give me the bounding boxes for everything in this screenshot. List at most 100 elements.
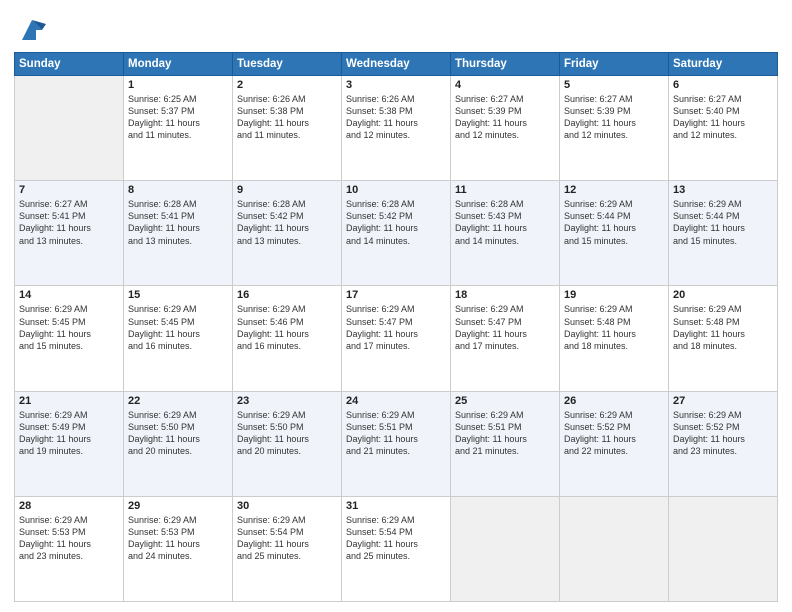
- day-number: 5: [564, 79, 664, 91]
- day-info: Sunrise: 6:29 AM Sunset: 5:53 PM Dayligh…: [19, 514, 119, 563]
- calendar-cell: 4 Sunrise: 6:27 AM Sunset: 5:39 PM Daylig…: [451, 76, 560, 181]
- day-info: Sunrise: 6:27 AM Sunset: 5:40 PM Dayligh…: [673, 93, 773, 142]
- calendar-week-row: 28 Sunrise: 6:29 AM Sunset: 5:53 PM Dayli…: [15, 496, 778, 601]
- weekday-header-friday: Friday: [560, 53, 669, 76]
- day-info: Sunrise: 6:27 AM Sunset: 5:39 PM Dayligh…: [564, 93, 664, 142]
- day-number: 8: [128, 184, 228, 196]
- calendar-cell: [451, 496, 560, 601]
- calendar-cell: 1 Sunrise: 6:25 AM Sunset: 5:37 PM Daylig…: [124, 76, 233, 181]
- day-number: 7: [19, 184, 119, 196]
- day-info: Sunrise: 6:29 AM Sunset: 5:44 PM Dayligh…: [673, 198, 773, 247]
- calendar-cell: 19Sunrise: 6:29 AM Sunset: 5:48 PM Dayli…: [560, 286, 669, 391]
- weekday-header-tuesday: Tuesday: [233, 53, 342, 76]
- day-info: Sunrise: 6:26 AM Sunset: 5:38 PM Dayligh…: [346, 93, 446, 142]
- day-number: 1: [128, 79, 228, 91]
- day-number: 16: [237, 289, 337, 301]
- day-number: 3: [346, 79, 446, 91]
- calendar-week-row: 14 Sunrise: 6:29 AM Sunset: 5:45 PM Dayli…: [15, 286, 778, 391]
- day-number: 24: [346, 395, 446, 407]
- day-info: Sunrise: 6:29 AM Sunset: 5:47 PM Dayligh…: [455, 303, 555, 352]
- day-info: Sunrise: 6:29 AM Sunset: 5:47 PM Dayligh…: [346, 303, 446, 352]
- day-number: 6: [673, 79, 773, 91]
- day-info: Sunrise: 6:29 AM Sunset: 5:50 PM Dayligh…: [128, 409, 228, 458]
- logo-icon: [18, 16, 46, 44]
- calendar-cell: [669, 496, 778, 601]
- calendar-cell: 15 Sunrise: 6:29 AM Sunset: 5:45 PM Dayli…: [124, 286, 233, 391]
- day-number: 15: [128, 289, 228, 301]
- logo: [14, 14, 46, 44]
- calendar-cell: 13 Sunrise: 6:29 AM Sunset: 5:44 PM Dayli…: [669, 181, 778, 286]
- day-number: 29: [128, 500, 228, 512]
- day-info: Sunrise: 6:26 AM Sunset: 5:38 PM Dayligh…: [237, 93, 337, 142]
- header: [14, 10, 778, 44]
- day-info: Sunrise: 6:29 AM Sunset: 5:48 PM Dayligh…: [564, 303, 664, 352]
- day-number: 20: [673, 289, 773, 301]
- day-number: 22: [128, 395, 228, 407]
- calendar-week-row: 1 Sunrise: 6:25 AM Sunset: 5:37 PM Daylig…: [15, 76, 778, 181]
- day-info: Sunrise: 6:29 AM Sunset: 5:45 PM Dayligh…: [128, 303, 228, 352]
- calendar-table: SundayMondayTuesdayWednesdayThursdayFrid…: [14, 52, 778, 602]
- day-info: Sunrise: 6:29 AM Sunset: 5:48 PM Dayligh…: [673, 303, 773, 352]
- weekday-header-thursday: Thursday: [451, 53, 560, 76]
- day-info: Sunrise: 6:29 AM Sunset: 5:44 PM Dayligh…: [564, 198, 664, 247]
- calendar-cell: 25 Sunrise: 6:29 AM Sunset: 5:51 PM Dayli…: [451, 391, 560, 496]
- calendar-cell: 5 Sunrise: 6:27 AM Sunset: 5:39 PM Daylig…: [560, 76, 669, 181]
- day-number: 9: [237, 184, 337, 196]
- calendar-cell: 11 Sunrise: 6:28 AM Sunset: 5:43 PM Dayli…: [451, 181, 560, 286]
- calendar-cell: 20 Sunrise: 6:29 AM Sunset: 5:48 PM Dayli…: [669, 286, 778, 391]
- calendar-cell: 7 Sunrise: 6:27 AM Sunset: 5:41 PM Daylig…: [15, 181, 124, 286]
- day-number: 4: [455, 79, 555, 91]
- calendar-cell: 22 Sunrise: 6:29 AM Sunset: 5:50 PM Dayli…: [124, 391, 233, 496]
- calendar-cell: 12 Sunrise: 6:29 AM Sunset: 5:44 PM Dayli…: [560, 181, 669, 286]
- page: SundayMondayTuesdayWednesdayThursdayFrid…: [0, 0, 792, 612]
- day-number: 28: [19, 500, 119, 512]
- day-info: Sunrise: 6:28 AM Sunset: 5:42 PM Dayligh…: [346, 198, 446, 247]
- day-number: 17: [346, 289, 446, 301]
- day-number: 21: [19, 395, 119, 407]
- day-info: Sunrise: 6:29 AM Sunset: 5:52 PM Dayligh…: [673, 409, 773, 458]
- calendar-cell: 24 Sunrise: 6:29 AM Sunset: 5:51 PM Dayli…: [342, 391, 451, 496]
- calendar-cell: [15, 76, 124, 181]
- day-number: 25: [455, 395, 555, 407]
- weekday-header-saturday: Saturday: [669, 53, 778, 76]
- day-info: Sunrise: 6:28 AM Sunset: 5:43 PM Dayligh…: [455, 198, 555, 247]
- day-info: Sunrise: 6:29 AM Sunset: 5:53 PM Dayligh…: [128, 514, 228, 563]
- calendar-cell: 28 Sunrise: 6:29 AM Sunset: 5:53 PM Dayli…: [15, 496, 124, 601]
- day-number: 12: [564, 184, 664, 196]
- day-info: Sunrise: 6:29 AM Sunset: 5:49 PM Dayligh…: [19, 409, 119, 458]
- day-info: Sunrise: 6:27 AM Sunset: 5:41 PM Dayligh…: [19, 198, 119, 247]
- calendar-cell: 9 Sunrise: 6:28 AM Sunset: 5:42 PM Daylig…: [233, 181, 342, 286]
- day-number: 11: [455, 184, 555, 196]
- day-number: 31: [346, 500, 446, 512]
- day-info: Sunrise: 6:29 AM Sunset: 5:54 PM Dayligh…: [237, 514, 337, 563]
- calendar-cell: 23Sunrise: 6:29 AM Sunset: 5:50 PM Dayli…: [233, 391, 342, 496]
- calendar-cell: 21 Sunrise: 6:29 AM Sunset: 5:49 PM Dayli…: [15, 391, 124, 496]
- day-number: 30: [237, 500, 337, 512]
- calendar-week-row: 21 Sunrise: 6:29 AM Sunset: 5:49 PM Dayli…: [15, 391, 778, 496]
- day-number: 2: [237, 79, 337, 91]
- day-info: Sunrise: 6:29 AM Sunset: 5:51 PM Dayligh…: [455, 409, 555, 458]
- day-number: 18: [455, 289, 555, 301]
- weekday-header-wednesday: Wednesday: [342, 53, 451, 76]
- day-number: 27: [673, 395, 773, 407]
- day-info: Sunrise: 6:29 AM Sunset: 5:52 PM Dayligh…: [564, 409, 664, 458]
- calendar-cell: 29 Sunrise: 6:29 AM Sunset: 5:53 PM Dayli…: [124, 496, 233, 601]
- calendar-cell: 27 Sunrise: 6:29 AM Sunset: 5:52 PM Dayli…: [669, 391, 778, 496]
- weekday-header-monday: Monday: [124, 53, 233, 76]
- calendar-cell: 18 Sunrise: 6:29 AM Sunset: 5:47 PM Dayli…: [451, 286, 560, 391]
- day-info: Sunrise: 6:29 AM Sunset: 5:51 PM Dayligh…: [346, 409, 446, 458]
- day-info: Sunrise: 6:27 AM Sunset: 5:39 PM Dayligh…: [455, 93, 555, 142]
- day-number: 14: [19, 289, 119, 301]
- weekday-header-sunday: Sunday: [15, 53, 124, 76]
- day-info: Sunrise: 6:28 AM Sunset: 5:42 PM Dayligh…: [237, 198, 337, 247]
- calendar-cell: [560, 496, 669, 601]
- calendar-cell: 26Sunrise: 6:29 AM Sunset: 5:52 PM Dayli…: [560, 391, 669, 496]
- day-number: 13: [673, 184, 773, 196]
- day-info: Sunrise: 6:29 AM Sunset: 5:50 PM Dayligh…: [237, 409, 337, 458]
- calendar-cell: 2 Sunrise: 6:26 AM Sunset: 5:38 PM Daylig…: [233, 76, 342, 181]
- day-info: Sunrise: 6:29 AM Sunset: 5:54 PM Dayligh…: [346, 514, 446, 563]
- calendar-cell: 30 Sunrise: 6:29 AM Sunset: 5:54 PM Dayli…: [233, 496, 342, 601]
- day-info: Sunrise: 6:25 AM Sunset: 5:37 PM Dayligh…: [128, 93, 228, 142]
- day-info: Sunrise: 6:28 AM Sunset: 5:41 PM Dayligh…: [128, 198, 228, 247]
- calendar-cell: 14Sunrise: 6:29 AM Sunset: 5:45 PM Dayli…: [15, 286, 124, 391]
